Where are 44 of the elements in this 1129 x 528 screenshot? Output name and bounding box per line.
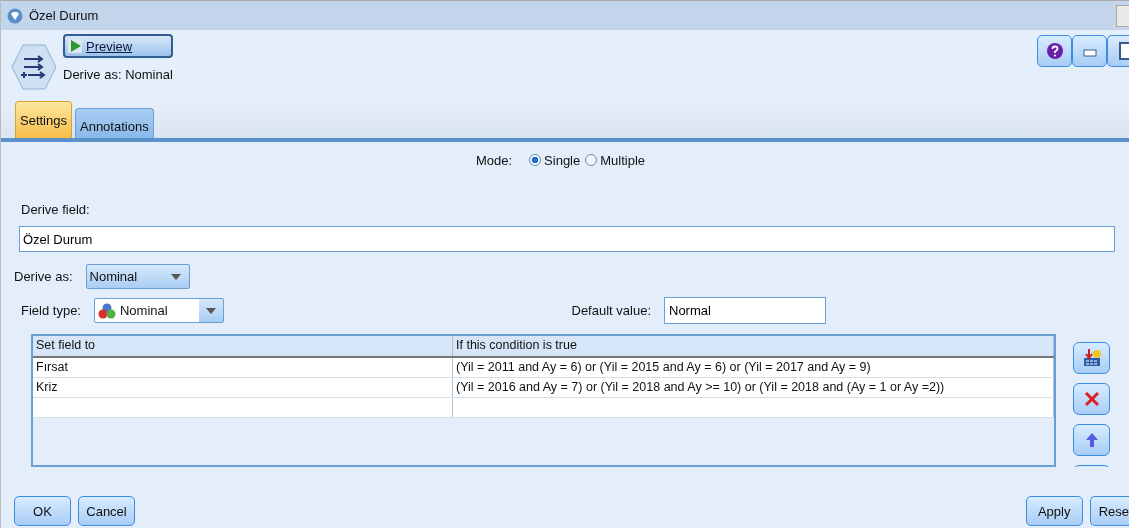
tab[interactable]: Annotations xyxy=(75,108,154,138)
preview-button[interactable]: Preview xyxy=(63,34,173,58)
radio-button[interactable] xyxy=(529,154,542,166)
maximize-icon xyxy=(1119,42,1129,60)
minimize-button[interactable] xyxy=(1072,35,1107,67)
move-up-button[interactable] xyxy=(1073,424,1110,456)
table-cell[interactable]: Fırsat xyxy=(33,358,453,377)
mode-label: Mode: xyxy=(475,152,513,168)
table-add-icon xyxy=(1081,348,1102,368)
dropdown-arrow-icon xyxy=(206,307,216,314)
help-icon xyxy=(1046,43,1063,59)
field-label: Derive field: xyxy=(21,202,91,217)
table-cell[interactable]: Kriz xyxy=(33,378,453,397)
nominal-icon xyxy=(98,302,116,319)
add-row-button[interactable] xyxy=(1073,342,1110,374)
help-button[interactable] xyxy=(1037,35,1072,67)
radio-button[interactable] xyxy=(585,154,598,166)
radio-label[interactable]: Multiple xyxy=(600,152,646,168)
text-field[interactable]: Normal xyxy=(664,297,826,324)
node-icon xyxy=(11,42,57,92)
dropdown-arrow-icon xyxy=(170,273,181,280)
column-header[interactable]: If this condition is true xyxy=(453,336,1054,356)
dropdown[interactable]: Nominal xyxy=(85,264,190,289)
footer-button[interactable]: Cancel xyxy=(78,496,135,526)
column-header[interactable]: Set field to xyxy=(33,336,453,356)
up-arrow-icon xyxy=(1085,433,1098,447)
footer-button[interactable]: Rese xyxy=(1089,496,1129,526)
field-label: Default value: xyxy=(571,303,651,318)
table-cell[interactable]: (Yil = 2016 and Ay = 7) or (Yil = 2018 and Ay >= 10) or (Yil = 2018 and (Ay = 1 or Ay =2)) xyxy=(453,378,1054,397)
field-label: Derive as: xyxy=(14,269,73,284)
subtitle-text: Derive as: Nominal xyxy=(63,67,173,82)
maximize-button[interactable] xyxy=(1107,35,1129,67)
footer-button[interactable]: Apply xyxy=(1025,496,1083,526)
delete-button[interactable] xyxy=(1073,383,1110,415)
field-label: Field type: xyxy=(21,303,81,318)
play-icon xyxy=(68,39,82,53)
tab[interactable]: Settings xyxy=(15,101,72,138)
radio-label[interactable]: Single xyxy=(544,152,581,168)
window-title: Özel Durum xyxy=(29,8,99,23)
footer-button[interactable]: OK xyxy=(14,496,71,526)
text-field[interactable]: Özel Durum xyxy=(19,226,1115,252)
delete-icon xyxy=(1083,391,1100,407)
table-cell[interactable]: (Yil = 2011 and Ay = 6) or (Yil = 2015 and Ay = 6) or (Yil = 2017 and Ay = 9) xyxy=(453,358,1054,377)
dropdown[interactable]: Nominal xyxy=(94,298,224,323)
